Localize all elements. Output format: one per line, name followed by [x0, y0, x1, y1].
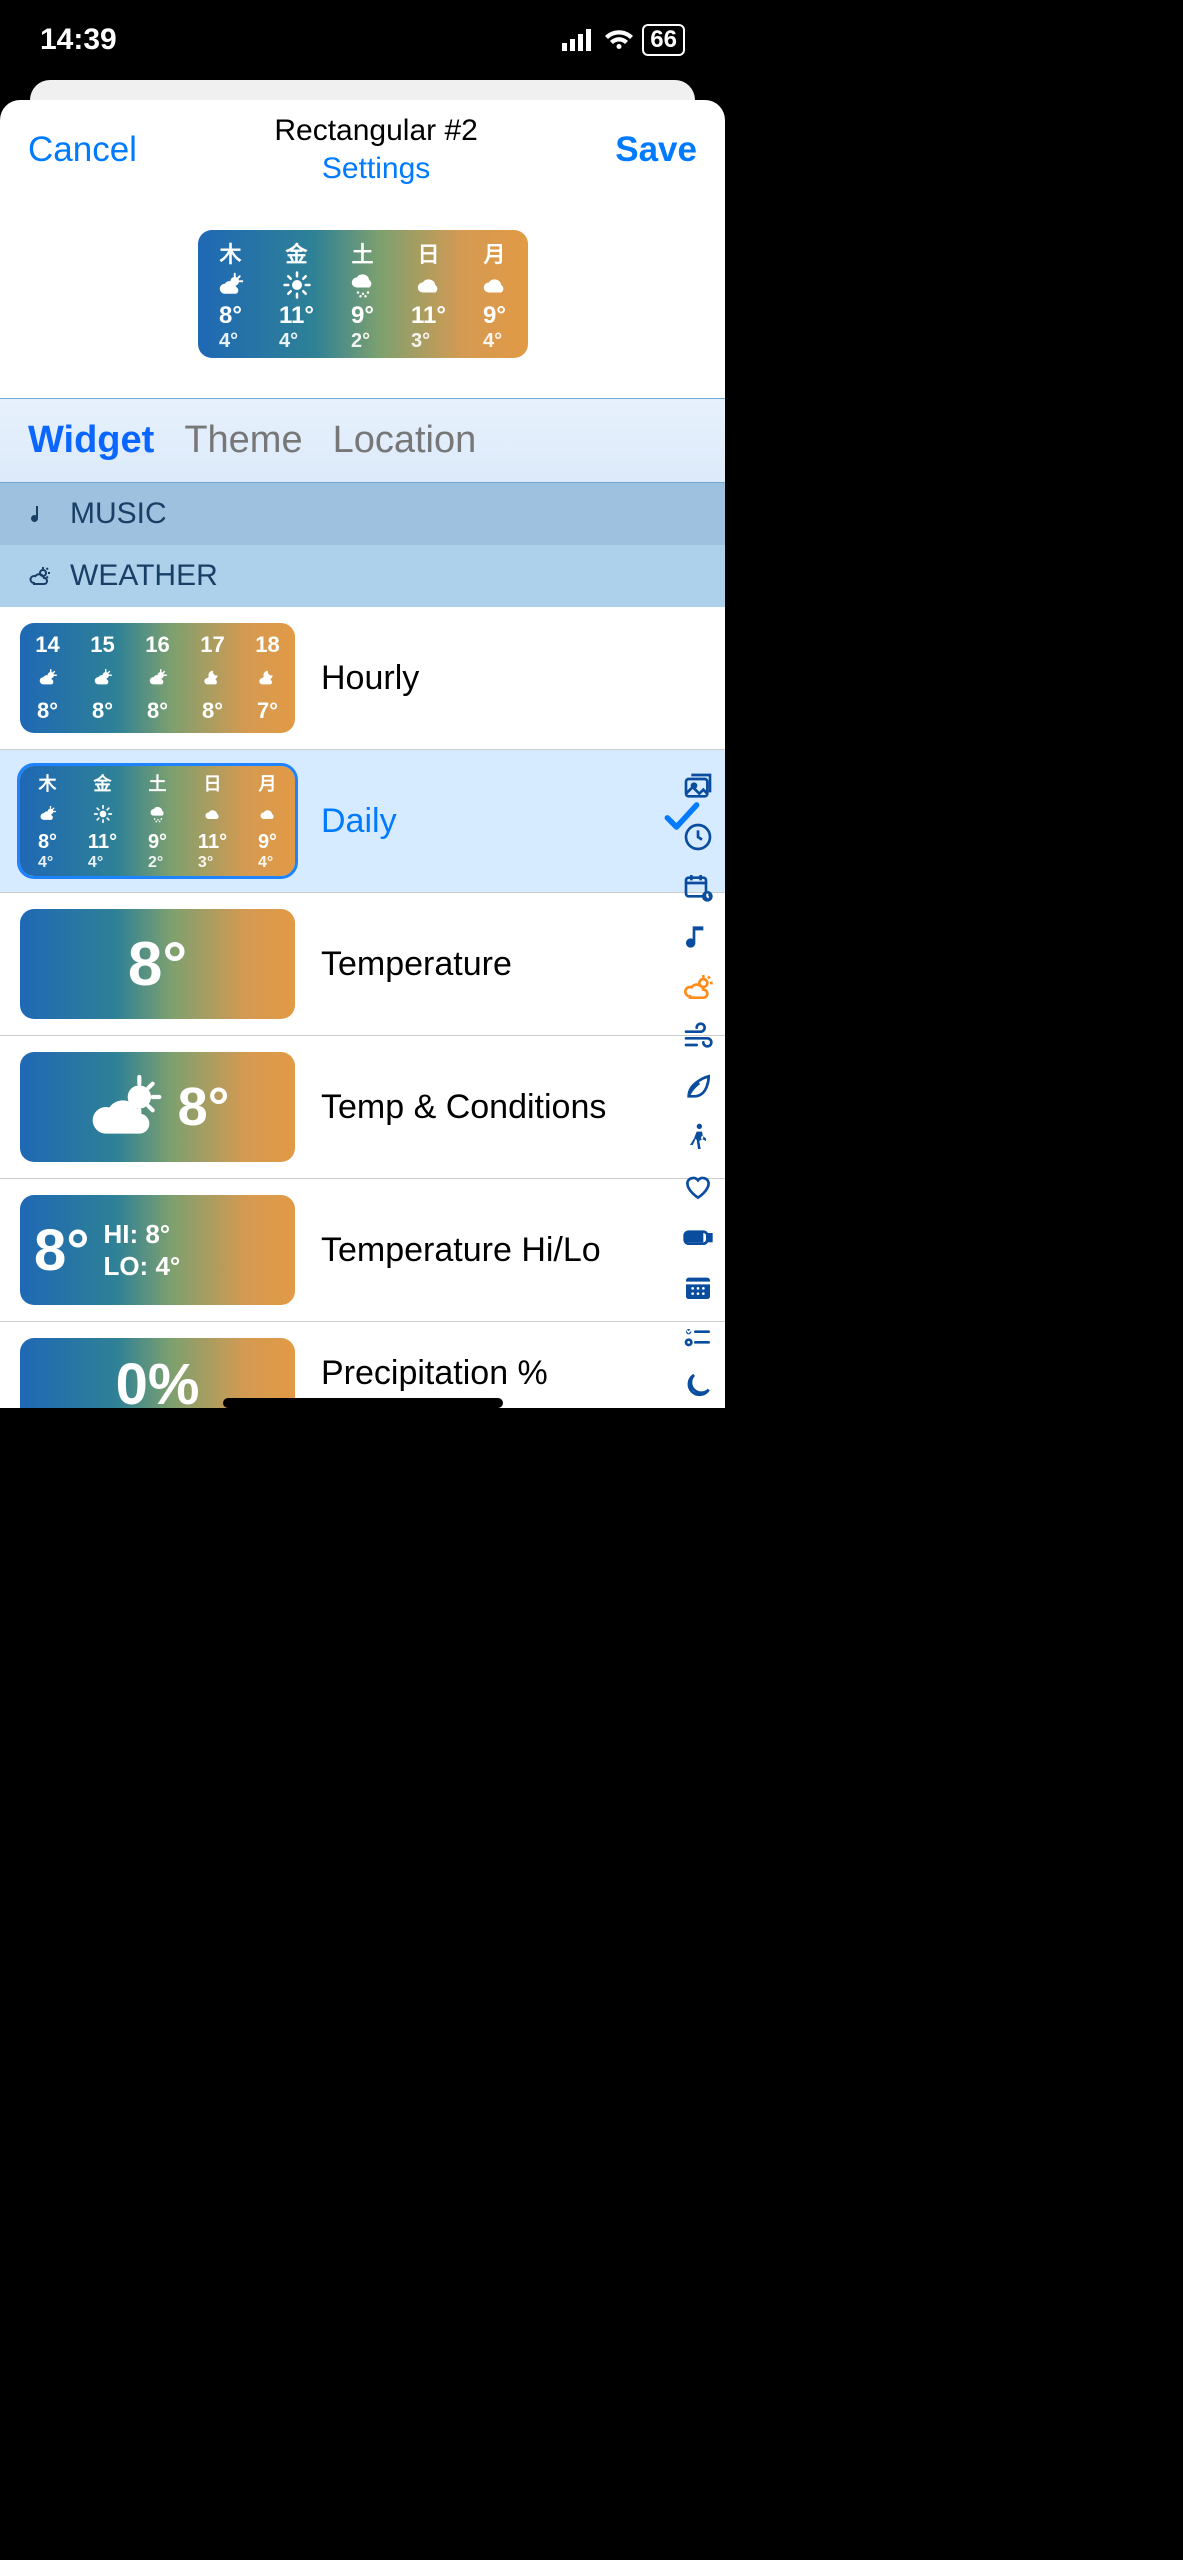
wifi-icon: [604, 29, 634, 51]
row-hourly-label: Hourly: [321, 659, 633, 698]
thumb-hilo-main: 8°: [34, 1217, 89, 1284]
row-temperature-label: Temperature: [321, 945, 633, 984]
weather-icon[interactable]: [681, 970, 715, 1004]
moon-icon[interactable]: [681, 1370, 715, 1404]
thumb-precipitation-value: 0%: [116, 1362, 200, 1408]
status-bar: 14:39 66: [0, 0, 725, 80]
tab-theme[interactable]: Theme: [184, 419, 302, 462]
checklist-icon[interactable]: [681, 1320, 715, 1354]
battery-icon[interactable]: [681, 1220, 715, 1254]
thumb-daily: 木8°4°金11°4°土9°2°日11°3°月9°4°: [20, 766, 295, 876]
sheet-title: Rectangular #2: [274, 114, 477, 152]
thumb-temp-conditions: 8°: [20, 1052, 295, 1162]
settings-link[interactable]: Settings: [274, 152, 477, 186]
row-daily-label: Daily: [321, 802, 633, 841]
photos-icon[interactable]: [681, 770, 715, 804]
save-button[interactable]: Save: [615, 130, 697, 170]
section-music-label: MUSIC: [70, 497, 167, 531]
leaf-icon[interactable]: [681, 1070, 715, 1104]
thumb-hilo-hi: HI: 8°: [103, 1218, 180, 1251]
thumb-hourly: 148°158°168°178°187°: [20, 623, 295, 733]
section-weather[interactable]: WEATHER: [0, 545, 725, 607]
home-indicator[interactable]: [223, 1398, 503, 1408]
row-temp-conditions-label: Temp & Conditions: [321, 1088, 633, 1127]
thumb-hilo-lo: LO: 4°: [103, 1250, 180, 1283]
widget-type-list: 148°158°168°178°187° Hourly 木8°4°金11°4°土…: [0, 607, 725, 1408]
row-precipitation[interactable]: 0% Precipitation %: [0, 1322, 725, 1408]
row-temperature[interactable]: 8° Temperature: [0, 893, 725, 1036]
settings-sheet: Cancel Rectangular #2 Settings Save 木8°4…: [0, 100, 725, 1408]
section-music[interactable]: MUSIC: [0, 483, 725, 545]
thumb-temperature: 8°: [20, 909, 295, 1019]
status-right: 66: [562, 24, 685, 56]
battery-level: 66: [642, 24, 685, 56]
partly-cloudy-icon: [86, 1072, 166, 1142]
sheet-header: Cancel Rectangular #2 Settings Save: [0, 100, 725, 200]
wind-icon[interactable]: [681, 1020, 715, 1054]
widget-preview-daily: 木8°4°金11°4°土9°2°日11°3°月9°4°: [198, 230, 528, 358]
cellular-icon: [562, 29, 596, 51]
status-time: 14:39: [40, 23, 117, 57]
row-precipitation-label: Precipitation %: [321, 1354, 633, 1393]
tab-widget[interactable]: Widget: [28, 419, 154, 462]
music-note-icon[interactable]: [681, 920, 715, 954]
heart-icon[interactable]: [681, 1170, 715, 1204]
config-tabs: Widget Theme Location: [0, 398, 725, 483]
clock-icon[interactable]: [681, 820, 715, 854]
thumb-temperature-value: 8°: [128, 929, 187, 1000]
section-weather-label: WEATHER: [70, 559, 218, 593]
row-hourly[interactable]: 148°158°168°178°187° Hourly: [0, 607, 725, 750]
walk-icon[interactable]: [681, 1120, 715, 1154]
weather-partly-icon: [28, 564, 52, 588]
header-title-group: Rectangular #2 Settings: [274, 114, 477, 186]
widget-preview-area: 木8°4°金11°4°土9°2°日11°3°月9°4°: [0, 200, 725, 398]
thumb-temp-hilo: 8° HI: 8° LO: 4°: [20, 1195, 295, 1305]
music-note-icon: [28, 502, 52, 526]
calendar-icon[interactable]: [681, 1270, 715, 1304]
row-daily[interactable]: 木8°4°金11°4°土9°2°日11°3°月9°4° Daily: [0, 750, 725, 893]
category-index-strip: [675, 770, 721, 1408]
tab-location[interactable]: Location: [333, 419, 477, 462]
sheet-background-peek: [30, 80, 695, 100]
cancel-button[interactable]: Cancel: [28, 130, 137, 170]
calendar-badge-icon[interactable]: [681, 870, 715, 904]
row-temp-hilo-label: Temperature Hi/Lo: [321, 1231, 633, 1270]
row-temp-hilo[interactable]: 8° HI: 8° LO: 4° Temperature Hi/Lo: [0, 1179, 725, 1322]
thumb-temp-conditions-value: 8°: [178, 1076, 230, 1138]
row-temp-conditions[interactable]: 8° Temp & Conditions: [0, 1036, 725, 1179]
